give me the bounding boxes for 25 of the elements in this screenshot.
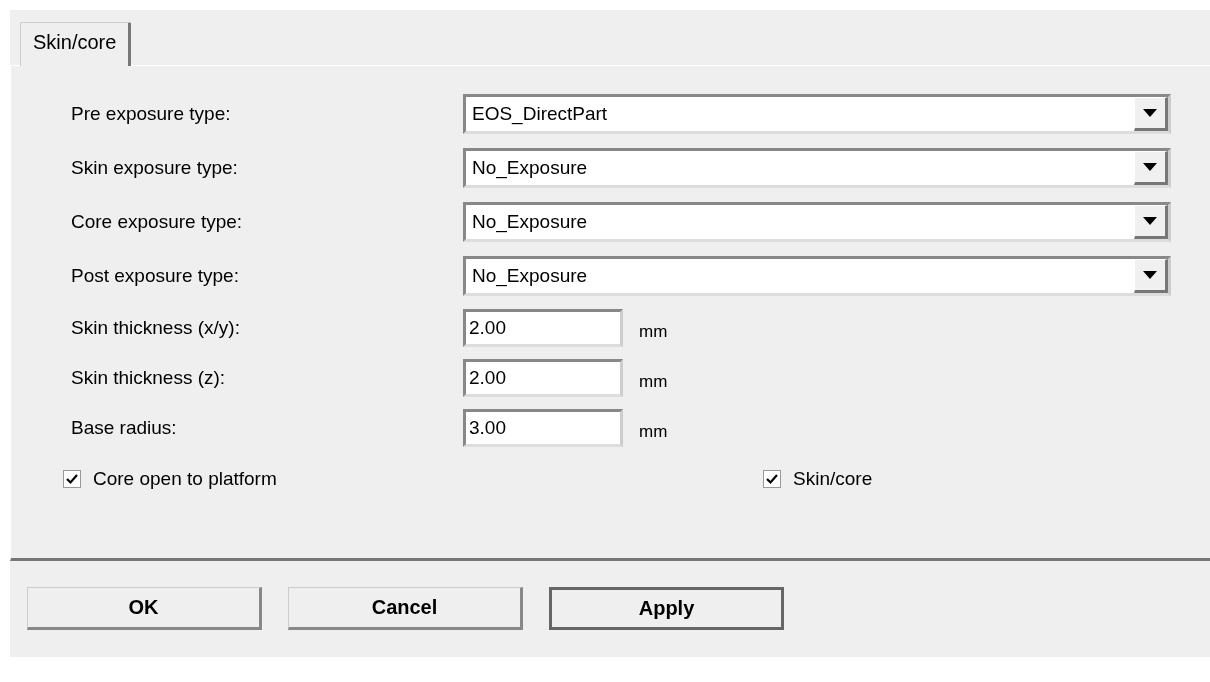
tab[interactable]: Skin/core bbox=[20, 22, 132, 66]
field-label: Core exposure type: bbox=[71, 211, 244, 233]
dropdown[interactable]: No_Exposure bbox=[463, 148, 1171, 188]
dialog-button[interactable]: OK bbox=[27, 587, 262, 630]
field-label: Post exposure type: bbox=[71, 265, 240, 287]
field-label: Pre exposure type: bbox=[71, 103, 232, 125]
checkbox[interactable] bbox=[63, 470, 81, 488]
dialog-button[interactable]: Apply bbox=[549, 587, 784, 630]
field-label: Skin thickness (x/y): bbox=[71, 317, 241, 339]
field-label: Base radius: bbox=[71, 417, 178, 439]
unit-label: mm bbox=[639, 321, 668, 342]
checkbox-label[interactable]: Core open to platform bbox=[93, 468, 277, 490]
field-label: Skin exposure type: bbox=[71, 157, 239, 179]
dialog-button[interactable]: Cancel bbox=[288, 587, 523, 630]
dropdown[interactable]: No_Exposure bbox=[463, 256, 1171, 296]
field-label: Skin thickness (z): bbox=[71, 367, 227, 389]
checkbox[interactable] bbox=[763, 470, 781, 488]
unit-label: mm bbox=[639, 421, 668, 442]
input-field[interactable]: 2.00 bbox=[463, 309, 623, 347]
checkbox-label[interactable]: Skin/core bbox=[793, 468, 873, 490]
input-field[interactable]: 2.00 bbox=[463, 359, 623, 397]
dropdown[interactable]: EOS_DirectPart bbox=[463, 94, 1171, 134]
input-field[interactable]: 3.00 bbox=[463, 409, 623, 447]
unit-label: mm bbox=[639, 371, 668, 392]
dropdown[interactable]: No_Exposure bbox=[463, 202, 1171, 242]
